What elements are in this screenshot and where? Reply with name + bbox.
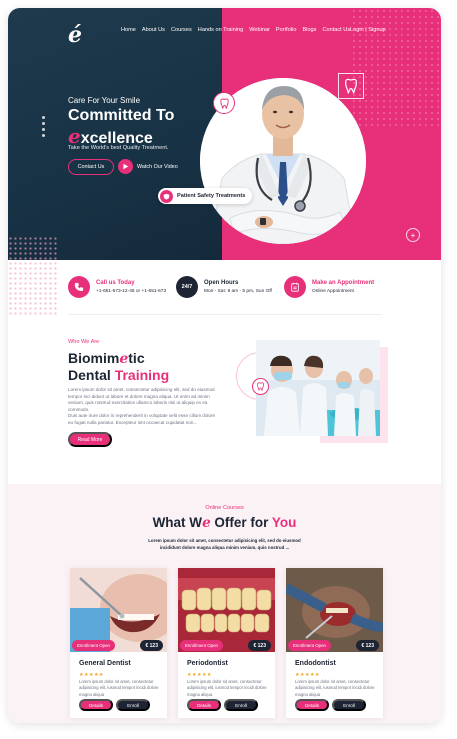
slider-dot[interactable] <box>42 116 45 119</box>
hero-headline-line1: Committed To <box>68 107 175 124</box>
info-call-value[interactable]: +1-651-673-12-45 or +1-651-673 <box>96 289 166 294</box>
who-title-line1: Biomimetic <box>68 350 145 367</box>
main-nav: Home About Us Courses Hands on Training … <box>121 27 350 33</box>
course-card-periodontist[interactable]: Enrollment Open € 123 Periodontist ★★★★★… <box>178 568 275 718</box>
courses-label: Online Courses <box>205 505 244 511</box>
courses-title: What We Offer for You <box>8 515 441 531</box>
info-hours-value: Mon - Sat: 8 am - 5 pm, Sun Off <box>204 289 272 294</box>
courses-title-pink: You <box>271 515 297 530</box>
info-hours: 24/7 Open Hours Mon - Sat: 8 am - 5 pm, … <box>176 276 272 298</box>
enrollment-badge: Enrollment Open <box>72 640 115 651</box>
who-we-are-label: Who We Are <box>68 339 100 345</box>
enrollment-badge: Enrollment Open <box>288 640 331 651</box>
price-badge: € 123 <box>140 640 163 651</box>
course-description: Lorem ipsum dolor sit amet, consectetur … <box>187 679 267 697</box>
watch-video-label[interactable]: Watch Our Video <box>137 164 178 170</box>
who-paragraph-1: Lorem ipsum dolor sit amet, consectetur … <box>68 387 215 412</box>
who-title-pre: Biomim <box>68 350 120 366</box>
phone-icon <box>68 276 90 298</box>
plus-icon[interactable]: + <box>406 228 420 242</box>
info-appointment-title[interactable]: Make an Appointment <box>312 280 374 286</box>
info-hours-title: Open Hours <box>204 280 239 286</box>
slider-dots[interactable] <box>42 116 45 137</box>
hero-subtitle: Take the World's best Quality Treatment. <box>68 145 169 151</box>
nav-item-about-us[interactable]: About Us <box>142 27 165 33</box>
course-description: Lorem ipsum dolor sit amet, consectetur … <box>79 679 159 697</box>
enroll-button[interactable]: Enroll <box>332 699 366 711</box>
logo[interactable]: é <box>68 22 82 48</box>
patient-safety-badge: Patient Safety Treatments <box>158 188 253 204</box>
enrollment-badge: Enrollment Open <box>180 640 223 651</box>
price-badge: € 123 <box>356 640 379 651</box>
who-paragraph-2: Duis aute irure dolor in reprehenderit i… <box>68 413 216 425</box>
course-name[interactable]: General Dentist <box>79 660 131 667</box>
who-title-post: tic <box>128 350 145 366</box>
login-signup-link[interactable]: Login | Signup <box>350 27 386 33</box>
watch-video-button[interactable]: Watch Our Video <box>118 159 178 174</box>
nav-item-blogs[interactable]: Blogs <box>302 27 316 33</box>
slider-dot[interactable] <box>42 134 45 137</box>
shield-icon <box>160 189 173 203</box>
nav-item-webinar[interactable]: Webinar <box>249 27 270 33</box>
info-appointment[interactable]: Make an Appointment Online Appointment <box>284 276 374 298</box>
enroll-button[interactable]: Enroll <box>116 699 150 711</box>
rating-stars: ★★★★★ <box>79 672 104 678</box>
nav-item-home[interactable]: Home <box>121 27 136 33</box>
nav-item-contact-us[interactable]: Contact Us <box>322 27 350 33</box>
clock-247-icon: 24/7 <box>176 276 198 298</box>
details-button[interactable]: Details <box>295 699 329 711</box>
hero-section: é Home About Us Courses Hands on Trainin… <box>8 8 441 260</box>
details-button[interactable]: Details <box>79 699 113 711</box>
patient-safety-label: Patient Safety Treatments <box>177 193 246 199</box>
course-card-endodontist[interactable]: Enrollment Open € 123 Endodontist ★★★★★ … <box>286 568 383 718</box>
course-name[interactable]: Periodontist <box>187 660 228 667</box>
courses-title-mid: Offer for <box>210 515 272 530</box>
info-call-title: Call us Today <box>96 280 135 286</box>
enroll-button[interactable]: Enroll <box>224 699 258 711</box>
info-appointment-value[interactable]: Online Appointment <box>312 289 374 294</box>
course-card-general-dentist[interactable]: Enrollment Open € 123 General Dentist ★★… <box>70 568 167 718</box>
info-call[interactable]: Call us Today +1-651-673-12-45 or +1-651… <box>68 276 166 298</box>
courses-title-pre: What W <box>152 515 203 530</box>
training-photo <box>256 340 380 436</box>
who-title-e: e <box>119 351 129 367</box>
course-description: Lorem ipsum dolor sit amet, consectetur … <box>295 679 375 697</box>
read-more-button[interactable]: Read More <box>68 432 112 447</box>
play-icon[interactable] <box>118 159 133 174</box>
tooth-badge-icon <box>252 378 269 395</box>
slider-dot[interactable] <box>42 128 45 131</box>
calendar-icon <box>284 276 306 298</box>
tooth-badge-icon <box>213 92 235 114</box>
section-divider <box>68 314 382 315</box>
courses-subtitle: Lorem ipsum dolor sit amet, consectetur … <box>148 538 301 550</box>
dental-training-illustration <box>256 340 380 436</box>
nav-item-portfolio[interactable]: Portfolio <box>276 27 297 33</box>
rating-stars: ★★★★★ <box>187 672 212 678</box>
page-frame: é Home About Us Courses Hands on Trainin… <box>8 8 441 723</box>
who-title2-pre: Dental <box>68 367 115 383</box>
hours-badge-text: 24/7 <box>181 284 193 290</box>
who-title-line2: Dental Training <box>68 367 169 383</box>
tooth-icon <box>338 73 364 99</box>
hero-dot-pattern <box>351 8 441 128</box>
course-name[interactable]: Endodontist <box>295 660 336 667</box>
price-badge: € 123 <box>248 640 271 651</box>
contact-us-button[interactable]: Contact Us <box>68 159 114 175</box>
slider-dot[interactable] <box>42 122 45 125</box>
decorative-dot-pattern <box>8 236 58 316</box>
who-title2-pink: Training <box>114 367 170 383</box>
hero-tagline: Care For Your Smile <box>68 96 141 105</box>
courses-title-e: e <box>202 515 211 531</box>
rating-stars: ★★★★★ <box>295 672 320 678</box>
nav-item-courses[interactable]: Courses <box>171 27 192 33</box>
nav-item-hands-on-training[interactable]: Hands on Training <box>198 27 243 33</box>
details-button[interactable]: Details <box>187 699 221 711</box>
